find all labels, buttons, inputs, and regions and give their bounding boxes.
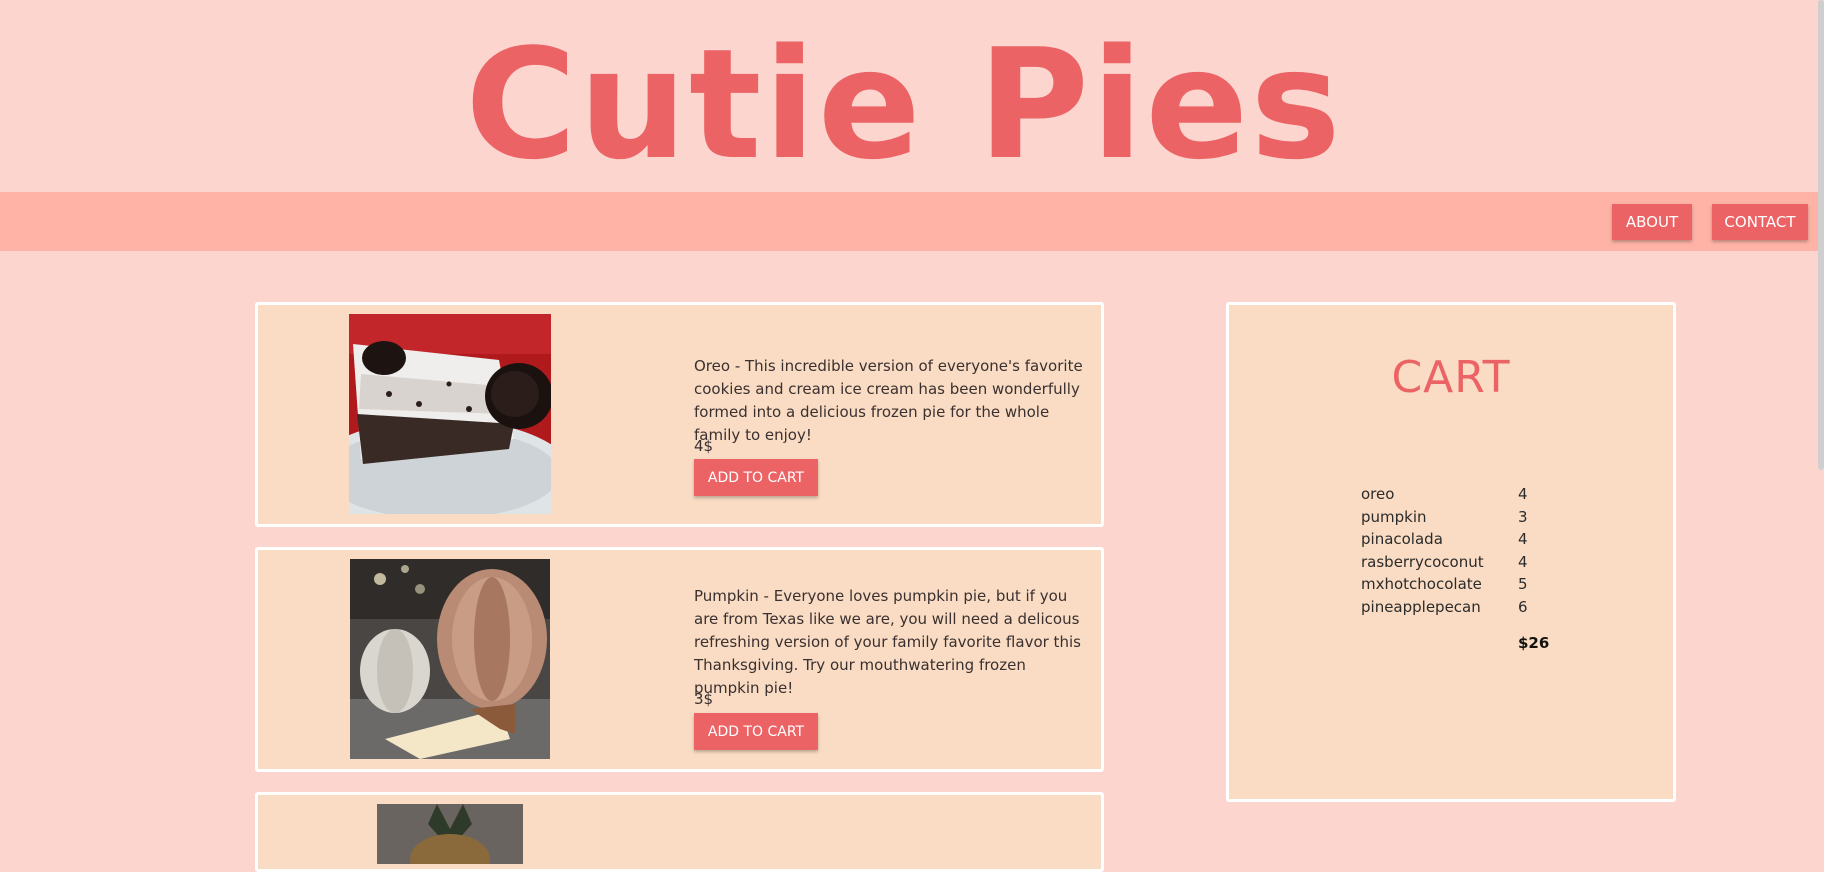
cart-title: CART: [1391, 352, 1511, 403]
cart-item-qty: 4: [1518, 485, 1528, 503]
cart-row: mxhotchocolate 5: [1361, 575, 1561, 598]
cart-item-name: oreo: [1361, 485, 1395, 503]
product-price: 4$: [694, 437, 714, 455]
site-title: Cutie Pies: [465, 16, 1343, 193]
cart-total: $26: [1518, 634, 1550, 652]
cart-panel: CART oreo 4 pumpkin 3 pinacolada 4 rasbe…: [1226, 302, 1676, 802]
product-description: Oreo - This incredible version of everyo…: [694, 357, 1083, 444]
cart-item-qty: 3: [1518, 507, 1528, 526]
cart-list: oreo 4 pumpkin 3 pinacolada 4 rasberryco…: [1361, 485, 1561, 621]
cart-item-name: pineapplepecan: [1361, 597, 1481, 616]
cart-row: pumpkin 3: [1361, 508, 1561, 531]
cart-row: oreo 4: [1361, 485, 1561, 508]
cart-item-name: pumpkin: [1361, 507, 1427, 526]
cart-row: pineapplepecan 6: [1361, 598, 1561, 621]
about-button[interactable]: ABOUT: [1612, 204, 1692, 240]
product-card-pineapple: [255, 792, 1104, 872]
product-price: 3$: [694, 690, 714, 708]
add-to-cart-button[interactable]: ADD TO CART: [694, 459, 818, 496]
cart-item-qty: 4: [1518, 552, 1528, 571]
cart-row: pinacolada 4: [1361, 530, 1561, 553]
cart-row: rasberrycoconut 4: [1361, 553, 1561, 576]
cart-item-qty: 5: [1518, 575, 1528, 594]
cart-item-qty: 6: [1518, 597, 1528, 616]
pineapple-pie-image: [377, 804, 523, 864]
contact-button[interactable]: CONTACT: [1712, 204, 1808, 240]
cart-item-name: rasberrycoconut: [1361, 552, 1484, 571]
product-description: Pumpkin - Everyone loves pumpkin pie, bu…: [694, 587, 1081, 697]
page-scrollbar[interactable]: [1818, 0, 1824, 470]
product-card-oreo: Oreo - This incredible version of everyo…: [255, 302, 1104, 527]
oreo-pie-image: [349, 314, 551, 514]
add-to-cart-button[interactable]: ADD TO CART: [694, 713, 818, 750]
cart-item-qty: 4: [1518, 530, 1528, 549]
product-card-pumpkin: Pumpkin - Everyone loves pumpkin pie, bu…: [255, 547, 1104, 772]
navbar: ABOUT CONTACT: [0, 192, 1818, 251]
cart-item-name: pinacolada: [1361, 530, 1443, 549]
cart-item-name: mxhotchocolate: [1361, 575, 1482, 594]
pumpkin-pie-image: [350, 559, 550, 759]
